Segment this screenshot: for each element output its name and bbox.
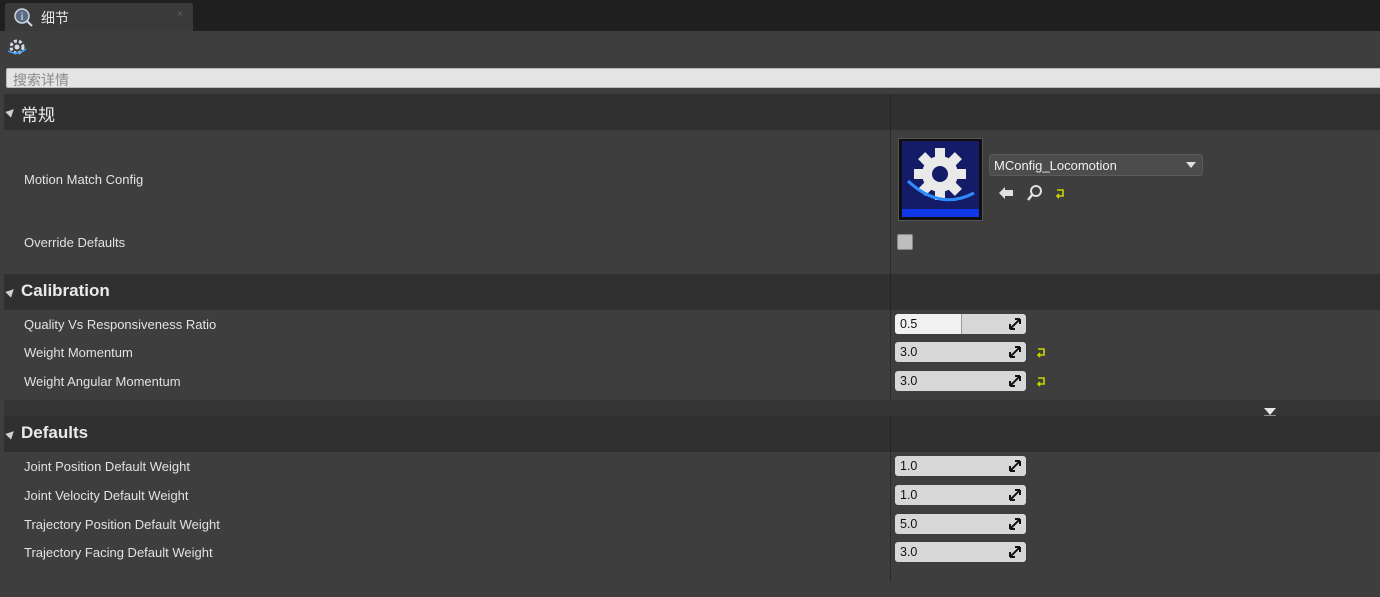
drag-value-icon[interactable] bbox=[1009, 460, 1021, 472]
property-label-joint-velocity-weight: Joint Velocity Default Weight bbox=[24, 488, 189, 503]
numeric-value: 1.0 bbox=[900, 488, 918, 502]
joint-velocity-weight-input[interactable]: 1.0 bbox=[895, 485, 1026, 505]
numeric-value: 3.0 bbox=[900, 345, 918, 359]
trajectory-facing-weight-input[interactable]: 3.0 bbox=[895, 542, 1026, 562]
quality-ratio-slider[interactable]: 0.5 bbox=[895, 314, 1026, 334]
numeric-value: 1.0 bbox=[900, 459, 918, 473]
chevron-down-icon bbox=[1186, 162, 1196, 168]
browse-back-icon[interactable] bbox=[996, 183, 1016, 203]
category-header-calibration[interactable]: Calibration bbox=[4, 274, 1380, 310]
collapse-arrow-icon[interactable] bbox=[5, 286, 17, 298]
numeric-value: 5.0 bbox=[900, 517, 918, 531]
property-label-joint-position-weight: Joint Position Default Weight bbox=[24, 459, 190, 474]
category-header-defaults[interactable]: Defaults bbox=[4, 416, 1380, 452]
close-icon[interactable]: × bbox=[177, 9, 183, 20]
svg-text:i: i bbox=[21, 12, 24, 23]
property-label-trajectory-facing-weight: Trajectory Facing Default Weight bbox=[24, 545, 213, 560]
details-toolbar bbox=[0, 31, 1380, 63]
drag-value-icon[interactable] bbox=[1009, 346, 1021, 358]
reset-to-default-icon[interactable] bbox=[1054, 187, 1066, 199]
category-title: Defaults bbox=[21, 423, 89, 442]
joint-position-weight-input[interactable]: 1.0 bbox=[895, 456, 1026, 476]
reset-to-default-icon[interactable] bbox=[1035, 375, 1047, 387]
property-label-trajectory-position-weight: Trajectory Position Default Weight bbox=[24, 517, 220, 532]
column-splitter[interactable] bbox=[890, 94, 891, 582]
property-label-quality-vs-responsiveness: Quality Vs Responsiveness Ratio bbox=[24, 317, 217, 332]
asset-thumbnail[interactable] bbox=[898, 138, 983, 221]
drag-value-icon[interactable] bbox=[1009, 375, 1021, 387]
numeric-value: 3.0 bbox=[900, 374, 918, 388]
tab-title: 细节 bbox=[41, 10, 69, 26]
asset-type-bar bbox=[902, 209, 979, 217]
search-input[interactable]: 搜索详情 bbox=[6, 68, 1380, 88]
settings-icon[interactable] bbox=[6, 36, 28, 58]
numeric-value: 3.0 bbox=[900, 545, 918, 559]
search-asset-icon[interactable] bbox=[1025, 183, 1045, 203]
collapse-arrow-icon[interactable] bbox=[5, 428, 17, 440]
drag-value-icon[interactable] bbox=[1009, 489, 1021, 501]
trajectory-position-weight-input[interactable]: 5.0 bbox=[895, 514, 1026, 534]
advanced-properties-strip[interactable] bbox=[4, 400, 1380, 417]
category-header-general[interactable]: 常规 bbox=[4, 94, 1380, 130]
reset-to-default-icon[interactable] bbox=[1035, 346, 1047, 358]
drag-value-icon[interactable] bbox=[1009, 318, 1021, 330]
asset-thumbnail-image bbox=[902, 141, 979, 217]
expand-advanced-icon[interactable] bbox=[1263, 404, 1277, 417]
category-title: Calibration bbox=[21, 281, 110, 300]
header-divider bbox=[890, 274, 891, 310]
property-panel: 常规 Motion Match Config MConfig_Locomotio… bbox=[4, 94, 1380, 597]
header-divider bbox=[890, 416, 891, 452]
override-defaults-checkbox[interactable] bbox=[897, 234, 913, 250]
property-label-weight-angular-momentum: Weight Angular Momentum bbox=[24, 374, 181, 389]
drag-value-icon[interactable] bbox=[1009, 546, 1021, 558]
tab-details[interactable]: i 细节 × bbox=[5, 3, 193, 31]
tab-bar: i 细节 × bbox=[0, 0, 1380, 31]
asset-picker-value: MConfig_Locomotion bbox=[994, 158, 1117, 173]
category-title: 常规 bbox=[21, 106, 55, 125]
collapse-arrow-icon[interactable] bbox=[5, 106, 17, 118]
asset-picker-combo[interactable]: MConfig_Locomotion bbox=[989, 154, 1203, 176]
details-icon: i bbox=[13, 7, 33, 27]
numeric-value: 0.5 bbox=[900, 317, 918, 331]
property-label-override-defaults: Override Defaults bbox=[24, 235, 126, 250]
header-divider bbox=[890, 94, 891, 130]
weight-angular-momentum-input[interactable]: 3.0 bbox=[895, 371, 1026, 391]
property-label-motion-match-config: Motion Match Config bbox=[24, 172, 144, 187]
drag-value-icon[interactable] bbox=[1009, 518, 1021, 530]
weight-momentum-input[interactable]: 3.0 bbox=[895, 342, 1026, 362]
gear-icon bbox=[906, 148, 975, 202]
property-label-weight-momentum: Weight Momentum bbox=[24, 345, 133, 360]
